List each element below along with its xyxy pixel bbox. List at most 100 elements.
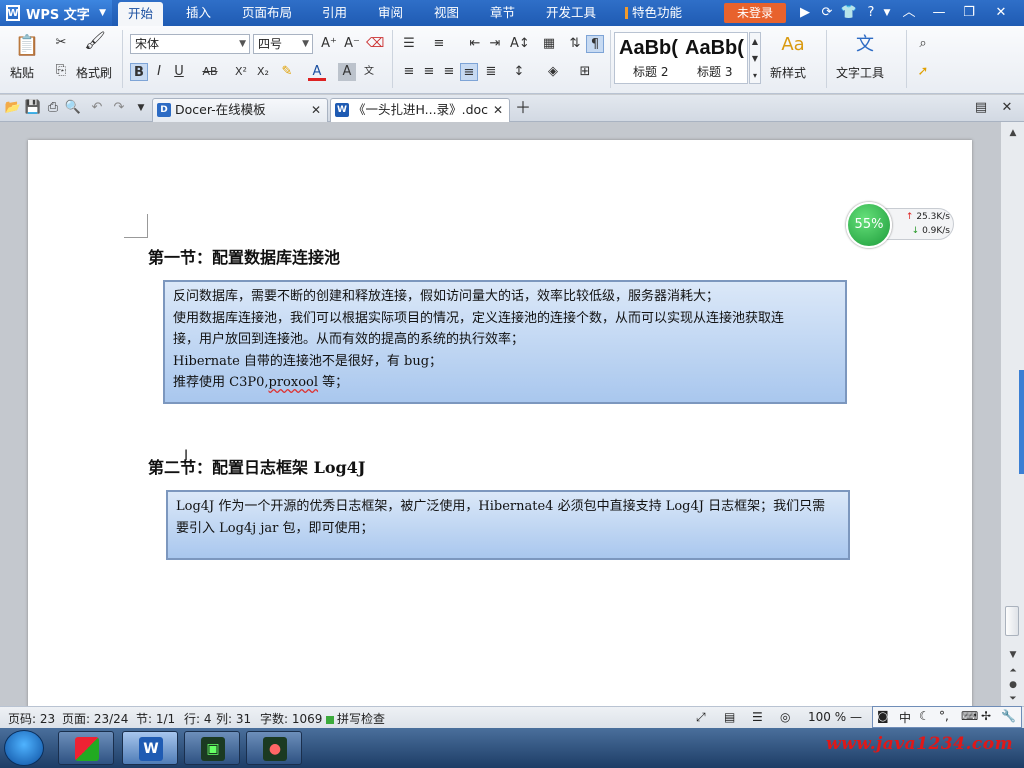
subscript-icon[interactable]: X₂: [254, 63, 272, 81]
phonetic-guide-icon[interactable]: 文: [360, 63, 378, 81]
highlight-icon[interactable]: ✎: [278, 63, 296, 81]
select-browse-icon[interactable]: ●: [1005, 678, 1021, 692]
style-label-heading3[interactable]: 标题 3: [697, 63, 732, 80]
text-tools-icon[interactable]: 文: [852, 32, 878, 58]
menu-references[interactable]: 引用: [322, 0, 347, 26]
select-icon[interactable]: ➚: [914, 63, 932, 81]
outline-view-icon[interactable]: ☰: [752, 710, 763, 724]
menu-page-layout[interactable]: 页面布局: [242, 0, 292, 26]
menu-home[interactable]: 开始: [118, 2, 164, 26]
help-dropdown-icon[interactable]: ▼: [878, 4, 896, 22]
taskbar-app-recorder[interactable]: ●: [246, 731, 302, 765]
start-button[interactable]: [4, 730, 44, 766]
vertical-scrollbar[interactable]: ▲ ▼ ⏶ ● ⏷: [1000, 122, 1024, 706]
document-area[interactable]: 第一节：配置数据库连接池 反问数据库，需要不断的创建和释放连接，假如访问量大的话…: [0, 122, 1000, 706]
save-icon[interactable]: 💾: [24, 99, 42, 117]
style-scroll-icon[interactable]: ▲ ▼ ▾: [749, 32, 761, 84]
new-style-icon[interactable]: Aa: [780, 32, 806, 58]
align-left-icon[interactable]: ≡: [400, 63, 418, 81]
grow-font-icon[interactable]: A⁺: [320, 35, 338, 53]
scroll-down-icon[interactable]: ▼: [1005, 648, 1021, 662]
font-size-select[interactable]: 四号 ▼: [253, 34, 313, 54]
undo-icon[interactable]: ↶: [88, 99, 106, 117]
cut-icon[interactable]: ✂: [52, 34, 70, 52]
bullet-list-icon[interactable]: ☰: [400, 35, 418, 53]
font-name-select[interactable]: 宋体 ▼: [130, 34, 250, 54]
table-icon[interactable]: ▦: [540, 35, 558, 53]
ime-language[interactable]: 中: [899, 709, 911, 726]
border-icon[interactable]: ⊞: [576, 63, 594, 81]
taskbar-app-office[interactable]: [58, 731, 114, 765]
restore-icon[interactable]: ❐: [960, 4, 978, 22]
sort-icon[interactable]: ⇅: [566, 35, 584, 53]
shrink-font-icon[interactable]: A⁻: [343, 35, 361, 53]
align-right-icon[interactable]: ≡: [440, 63, 458, 81]
spell-check-toggle[interactable]: 拼写检查: [326, 710, 385, 727]
bold-icon[interactable]: B: [130, 63, 148, 81]
close-doc-icon[interactable]: ✕: [998, 99, 1016, 117]
collapse-ribbon-icon[interactable]: ︿: [900, 4, 918, 22]
scroll-thumb[interactable]: [1005, 606, 1019, 636]
paste-label[interactable]: 粘贴: [10, 64, 34, 81]
status-column[interactable]: 列: 31: [216, 710, 251, 727]
zoom-out-icon[interactable]: —: [850, 710, 862, 724]
close-window-icon[interactable]: ✕: [992, 4, 1010, 22]
close-tab-icon[interactable]: ✕: [493, 99, 503, 121]
italic-icon[interactable]: I: [150, 63, 168, 81]
ime-toolbar[interactable]: ◙ 中 ☾ °, ⌨ ✢ 🔧: [872, 706, 1022, 728]
shading-icon[interactable]: ◈: [544, 63, 562, 81]
decrease-indent-icon[interactable]: ⇤: [466, 35, 484, 53]
next-page-icon[interactable]: ⏷: [1005, 692, 1021, 706]
menu-developer[interactable]: 开发工具: [546, 0, 596, 26]
section1-textbox[interactable]: 反问数据库，需要不断的创建和释放连接，假如访问量大的话，效率比较低级，服务器消耗…: [163, 280, 847, 404]
superscript-icon[interactable]: X²: [232, 63, 250, 81]
section1-heading[interactable]: 第一节：配置数据库连接池: [148, 244, 340, 268]
menu-features[interactable]: 特色功能: [632, 0, 682, 26]
ime-keyboard-icon[interactable]: ⌨: [961, 709, 978, 723]
section2-heading[interactable]: 第二节：配置日志框架 Log4J: [148, 454, 365, 478]
tab-docer[interactable]: D Docer-在线模板 ✕: [152, 98, 328, 122]
side-panel-toggle[interactable]: [1019, 370, 1024, 474]
menu-insert[interactable]: 插入: [186, 0, 211, 26]
underline-icon[interactable]: U: [170, 63, 188, 81]
new-style-label[interactable]: 新样式: [770, 64, 806, 81]
find-replace-icon[interactable]: ⌕: [914, 35, 932, 53]
format-painter-label[interactable]: 格式刷: [76, 64, 112, 81]
status-page-count[interactable]: 页面: 23/24: [62, 710, 128, 727]
taskbar-app-terminal[interactable]: ▣: [184, 731, 240, 765]
style-sample-heading2[interactable]: AaBb(: [619, 37, 678, 60]
taskbar-app-wps[interactable]: W: [122, 731, 178, 765]
text-direction-icon[interactable]: A↕: [510, 35, 530, 53]
print-preview-icon[interactable]: 🔍: [64, 99, 82, 117]
app-menu-button[interactable]: W WPS 文字 ▼: [0, 0, 112, 26]
new-tab-icon[interactable]: ＋: [514, 99, 532, 117]
quick-access-dropdown-icon[interactable]: ▼: [132, 99, 150, 117]
page-view-icon[interactable]: ▤: [724, 710, 735, 724]
status-page-number[interactable]: 页码: 23: [8, 710, 55, 727]
status-row[interactable]: 行: 4: [184, 710, 212, 727]
ime-tools-icon[interactable]: ✢: [981, 709, 991, 723]
fullscreen-icon[interactable]: ⤢: [696, 710, 706, 725]
copy-icon[interactable]: ⎘: [52, 62, 70, 80]
prev-page-icon[interactable]: ⏶: [1005, 664, 1021, 678]
justify-icon[interactable]: ≡: [460, 63, 478, 81]
style-sample-heading3[interactable]: AaBb(: [685, 37, 744, 60]
open-icon[interactable]: 📂: [4, 99, 22, 117]
login-button[interactable]: 未登录: [724, 3, 786, 23]
tab-document[interactable]: W 《一头扎进H...录》.doc ✕: [330, 98, 510, 122]
ime-moon-icon[interactable]: ☾: [919, 709, 930, 723]
skin-icon[interactable]: 👕: [840, 4, 858, 22]
increase-indent-icon[interactable]: ⇥: [486, 35, 504, 53]
strikethrough-icon[interactable]: AB: [198, 63, 222, 81]
menu-view[interactable]: 视图: [434, 0, 459, 26]
print-icon[interactable]: ⎙: [44, 99, 62, 117]
show-marks-icon[interactable]: ¶: [586, 35, 604, 53]
font-color-icon[interactable]: A: [308, 63, 326, 81]
refresh-icon[interactable]: ⟳: [818, 4, 836, 22]
align-center-icon[interactable]: ≡: [420, 63, 438, 81]
paste-icon[interactable]: 📋: [14, 32, 40, 58]
play-icon[interactable]: ▶: [796, 4, 814, 22]
redo-icon[interactable]: ↷: [110, 99, 128, 117]
ime-logo-icon[interactable]: ◙: [877, 709, 889, 723]
section2-textbox[interactable]: Log4J 作为一个开源的优秀日志框架，被广泛使用，Hibernate4 必须包…: [166, 490, 850, 560]
